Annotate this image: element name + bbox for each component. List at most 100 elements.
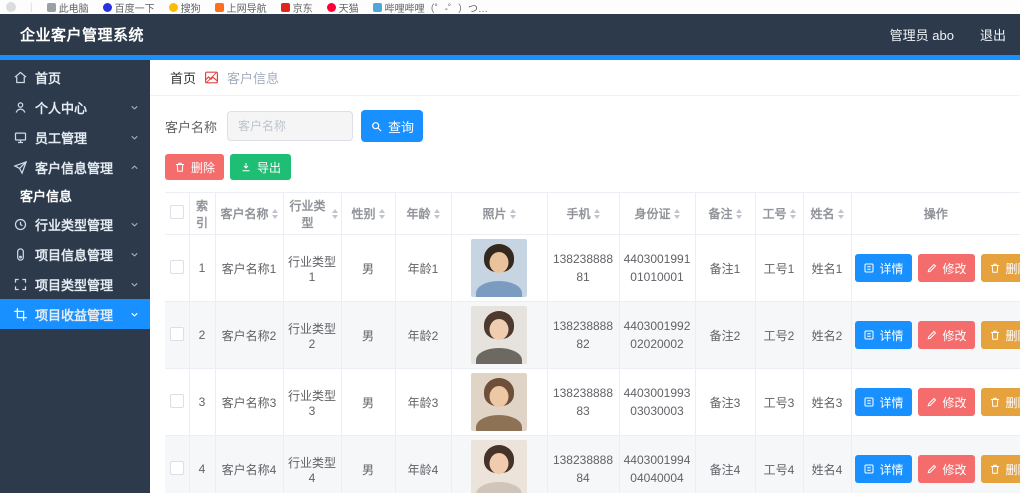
bookmark-item[interactable]: 天猫 [327, 0, 359, 14]
detail-button[interactable]: 详情 [855, 388, 912, 416]
trash-icon [989, 463, 1001, 475]
bookmark-label: 哔哩哔哩（゜-゜）つ… [385, 0, 488, 14]
delete-selected-button[interactable]: 删除 [165, 154, 224, 180]
row-checkbox[interactable] [170, 461, 184, 475]
bookmark-item[interactable]: 搜狗 [169, 0, 201, 14]
cell-name: 姓名1 [803, 235, 851, 302]
bookmark-item[interactable]: 此电脑 [47, 0, 89, 14]
sort-icon[interactable] [434, 209, 440, 219]
cell-name: 姓名3 [803, 369, 851, 436]
sort-icon[interactable] [790, 209, 796, 219]
delete-button-label: 删除 [191, 159, 215, 176]
cell-customer-name: 客户名称2 [215, 302, 283, 369]
current-user[interactable]: 管理员 abo [890, 25, 954, 44]
row-delete-button[interactable]: 删除 [981, 388, 1020, 416]
cell-gender: 男 [341, 436, 395, 493]
col-header-photo: 照片 [451, 193, 547, 235]
sort-icon[interactable] [838, 209, 844, 219]
edit-icon [926, 262, 938, 274]
sidebar-item-employee-management[interactable]: 员工管理 [0, 122, 150, 152]
sidebar-item-industry-type-management[interactable]: 行业类型管理 [0, 209, 150, 239]
bookmarks-divider: | [30, 2, 33, 13]
sort-icon[interactable] [736, 209, 742, 219]
sidebar-item-project-type-management[interactable]: 项目类型管理 [0, 269, 150, 299]
sort-icon[interactable] [674, 209, 680, 219]
bookmark-item[interactable]: 哔哩哔哩（゜-゜）つ… [373, 0, 488, 14]
select-all-checkbox[interactable] [170, 205, 184, 219]
bookmark-item[interactable]: 上网导航 [215, 0, 267, 14]
sidebar: 首页 个人中心 员工管理 客户信息管理 [0, 60, 150, 493]
app-title: 企业客户管理系统 [20, 24, 144, 45]
bookmark-item[interactable]: 百度一下 [103, 0, 155, 14]
query-button-label: 查询 [388, 117, 414, 136]
export-button-label: 导出 [257, 159, 281, 176]
sidebar-item-personal-center[interactable]: 个人中心 [0, 92, 150, 122]
col-header-actions: 操作 [851, 193, 1020, 235]
cell-id-card: 440300199202020002 [619, 302, 695, 369]
trash-icon [174, 161, 186, 173]
edit-button[interactable]: 修改 [918, 388, 975, 416]
trash-icon [989, 262, 1001, 274]
sort-icon[interactable] [594, 209, 600, 219]
cell-customer-name: 客户名称1 [215, 235, 283, 302]
query-button[interactable]: 查询 [361, 110, 423, 142]
row-delete-button[interactable]: 删除 [981, 321, 1020, 349]
detail-icon [863, 463, 875, 475]
sidebar-item-home[interactable]: 首页 [0, 62, 150, 92]
cell-job-no: 工号1 [755, 235, 803, 302]
cell-industry: 行业类型1 [283, 235, 341, 302]
bookmark-item[interactable]: 京东 [281, 0, 313, 14]
export-button[interactable]: 导出 [230, 154, 291, 180]
cell-job-no: 工号4 [755, 436, 803, 493]
cell-customer-name: 客户名称4 [215, 436, 283, 493]
cell-index: 4 [189, 436, 215, 493]
breadcrumb-home[interactable]: 首页 [170, 68, 196, 87]
bookmark-label: 此电脑 [59, 0, 89, 14]
logout-button[interactable]: 退出 [980, 25, 1006, 44]
row-checkbox[interactable] [170, 394, 184, 408]
sort-icon[interactable] [510, 209, 516, 219]
detail-button[interactable]: 详情 [855, 455, 912, 483]
detail-button[interactable]: 详情 [855, 321, 912, 349]
bookmark-label: 上网导航 [227, 0, 267, 14]
sidebar-item-project-info-management[interactable]: 项目信息管理 [0, 239, 150, 269]
cell-phone: 13823888884 [547, 436, 619, 493]
chevron-down-icon [129, 249, 140, 260]
edit-button[interactable]: 修改 [918, 455, 975, 483]
sidebar-item-label: 项目信息管理 [35, 245, 129, 264]
bookmark-label: 京东 [293, 0, 313, 14]
sort-icon[interactable] [332, 209, 338, 219]
detail-button[interactable]: 详情 [855, 254, 912, 282]
row-delete-button[interactable]: 删除 [981, 254, 1020, 282]
app-header: 企业客户管理系统 管理员 abo 退出 [0, 14, 1020, 55]
row-delete-button[interactable]: 删除 [981, 455, 1020, 483]
table-row: 2 客户名称2 行业类型2 男 年龄2 13823888882 44030019… [165, 302, 1020, 369]
customer-name-input[interactable] [227, 111, 353, 141]
sidebar-item-project-revenue-management[interactable]: 项目收益管理 [0, 299, 150, 329]
detail-icon [863, 329, 875, 341]
sidebar-subitem-customer-info[interactable]: 客户信息 [0, 182, 150, 209]
tmall-icon [327, 3, 336, 12]
col-header-customer-name: 客户名称 [215, 193, 283, 235]
sort-icon[interactable] [272, 209, 278, 219]
sidebar-item-customer-info-management[interactable]: 客户信息管理 [0, 152, 150, 182]
sidebar-item-label: 项目类型管理 [35, 275, 129, 294]
edit-button[interactable]: 修改 [918, 254, 975, 282]
cell-industry: 行业类型2 [283, 302, 341, 369]
detail-icon [863, 396, 875, 408]
customer-photo [471, 239, 527, 297]
cell-age: 年龄2 [395, 302, 451, 369]
chevron-down-icon [129, 132, 140, 143]
search-icon [370, 120, 383, 133]
sort-icon[interactable] [379, 209, 385, 219]
row-checkbox[interactable] [170, 260, 184, 274]
col-header-gender: 性别 [341, 193, 395, 235]
row-checkbox[interactable] [170, 327, 184, 341]
table-header-row: 索引 客户名称 行业类型 性别 年龄 照片 手机 身份证 备注 工号 姓名 操作 [165, 193, 1020, 235]
browser-extension-icon[interactable] [6, 2, 16, 12]
edit-button[interactable]: 修改 [918, 321, 975, 349]
broken-image-icon [204, 71, 219, 84]
cell-remark: 备注4 [695, 436, 755, 493]
search-label: 客户名称 [165, 117, 217, 136]
sidebar-item-label: 项目收益管理 [35, 305, 129, 324]
